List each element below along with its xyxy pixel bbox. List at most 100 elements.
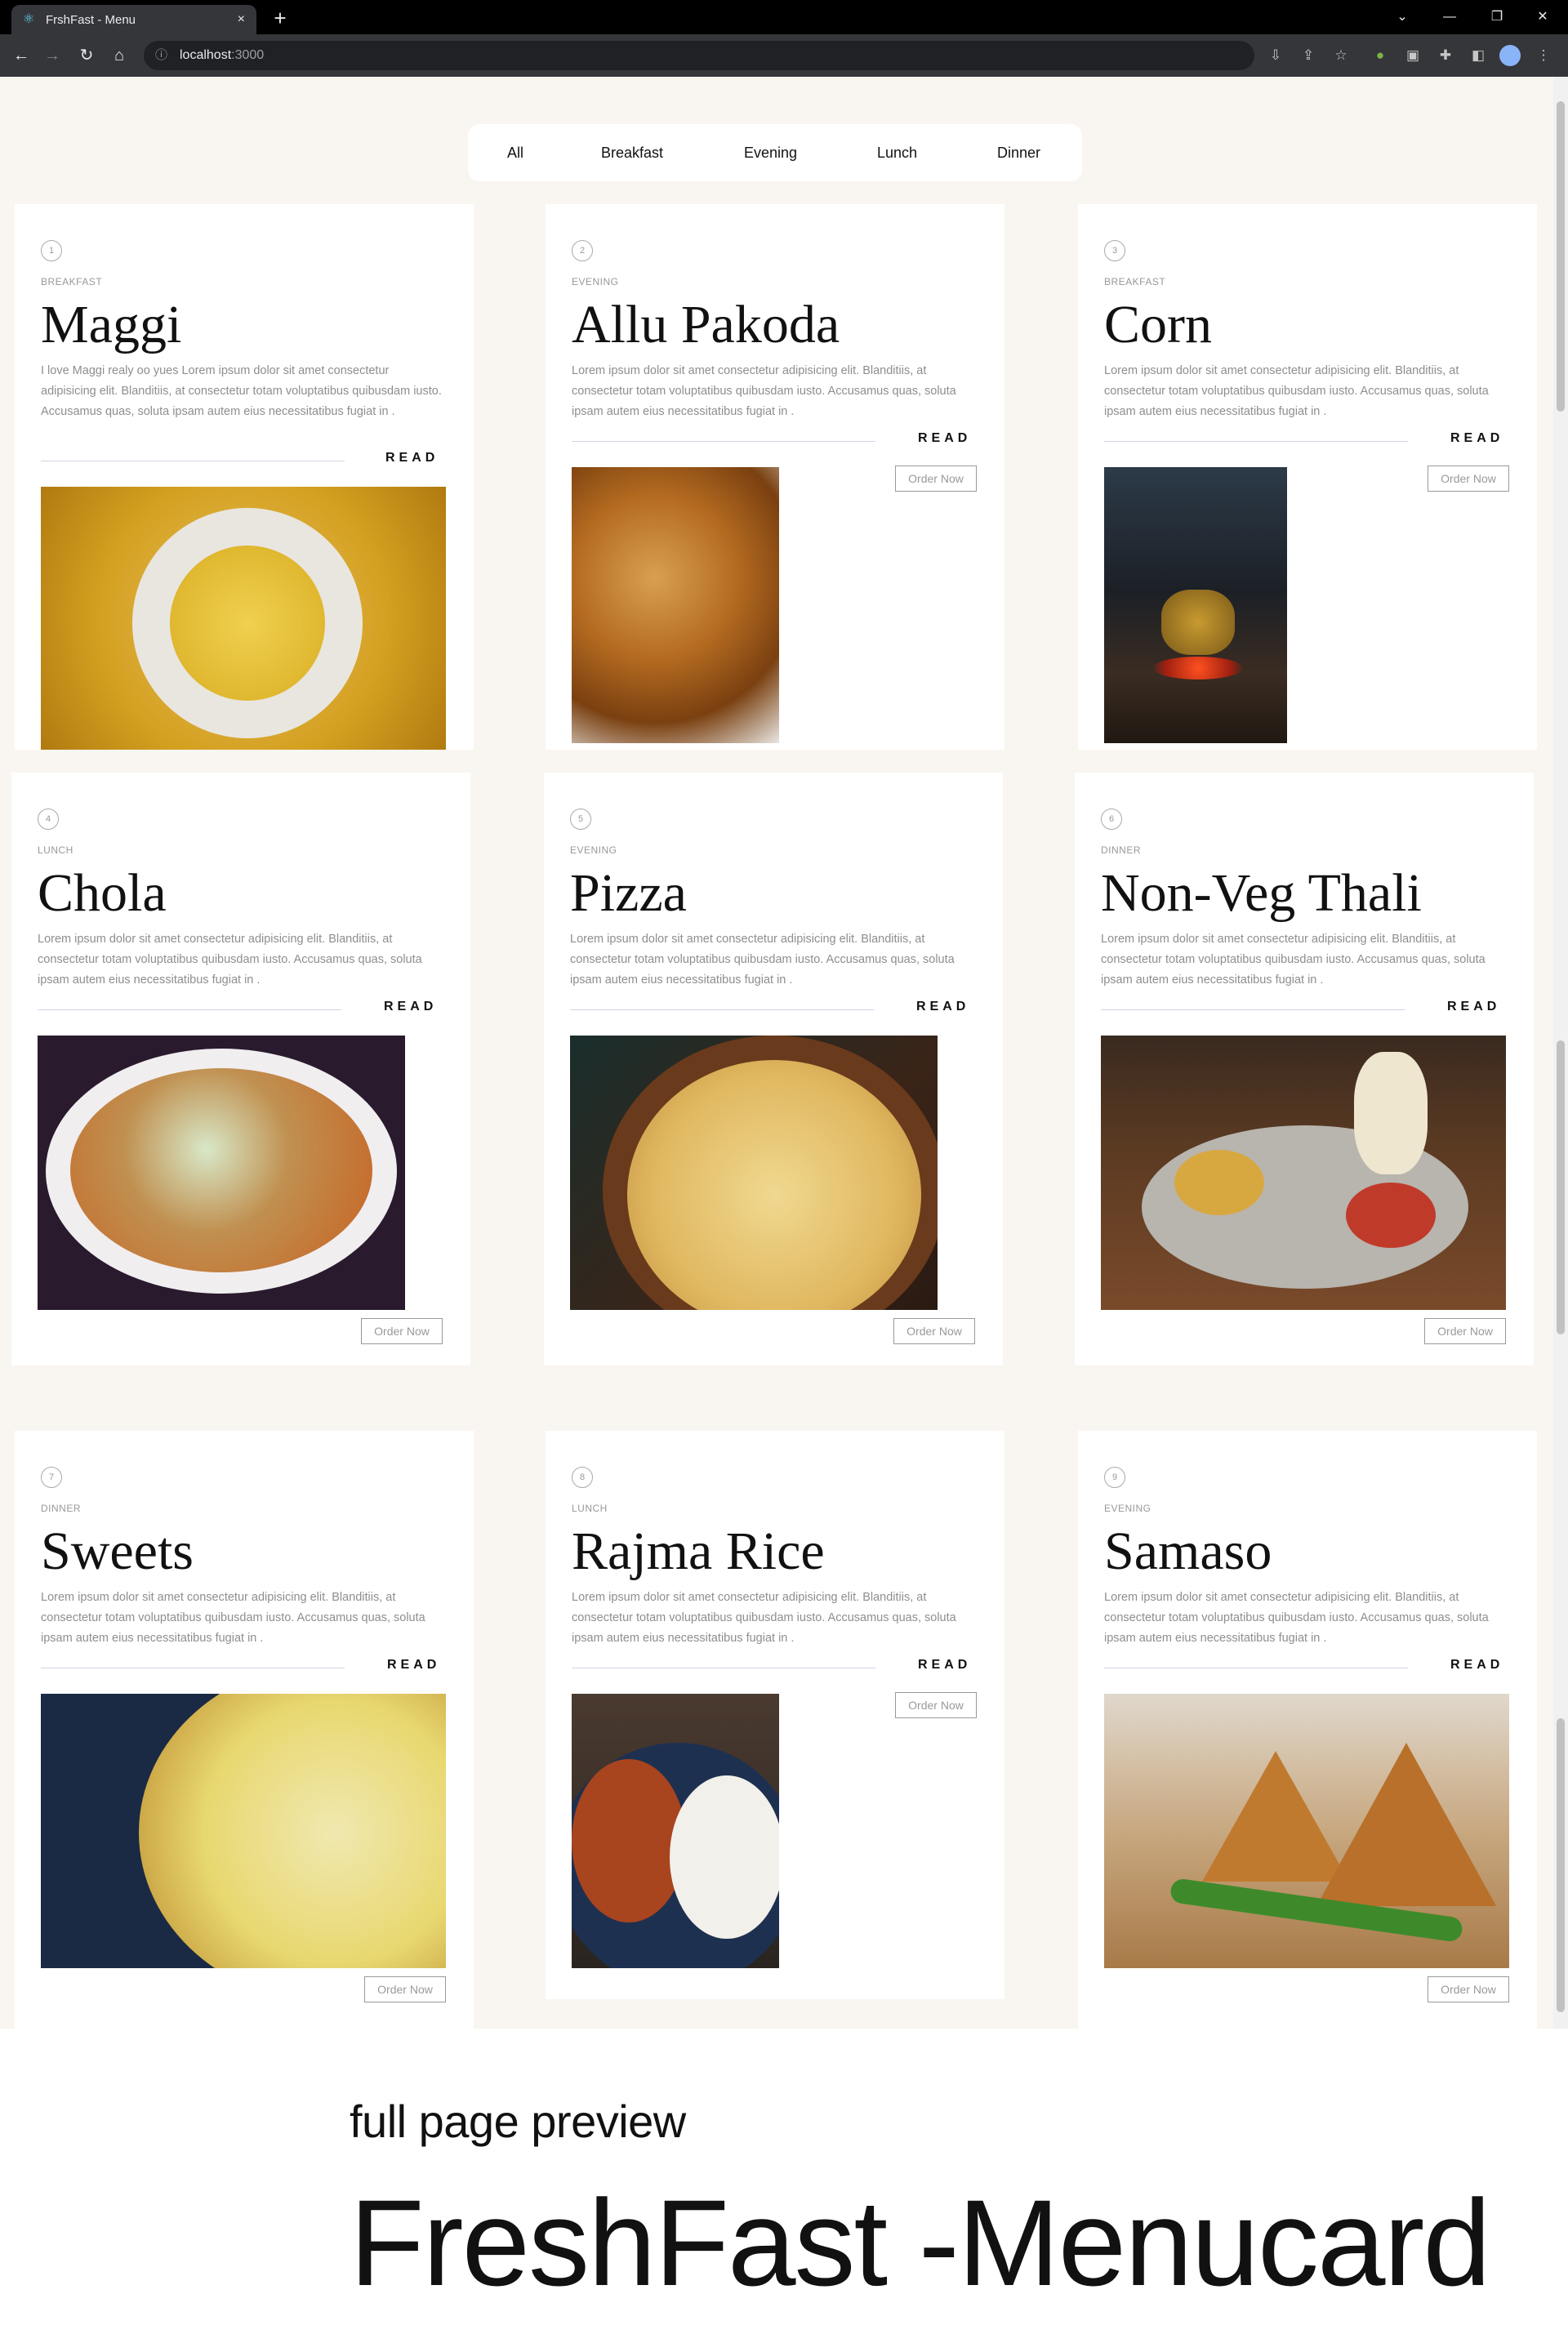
- item-category: BREAKFAST: [1104, 276, 1166, 287]
- item-title: Non-Veg Thali: [1101, 863, 1422, 923]
- corn: [1161, 590, 1235, 655]
- install-app-icon[interactable]: ⇩: [1264, 44, 1287, 67]
- food-photo-samaso: [1104, 1694, 1509, 1968]
- order-now-button[interactable]: Order Now: [1428, 466, 1509, 492]
- item-description: Lorem ipsum dolor sit amet consectetur a…: [41, 1591, 425, 1645]
- item-description: Lorem ipsum dolor sit amet consectetur a…: [1104, 1591, 1489, 1645]
- menu-kebab-icon[interactable]: ⋮: [1532, 44, 1555, 67]
- order-now-button[interactable]: Order Now: [893, 1318, 975, 1344]
- papad: [1354, 1052, 1428, 1174]
- item-number: 7: [41, 1467, 62, 1488]
- item-title: Chola: [38, 863, 167, 923]
- dal: [1174, 1150, 1264, 1215]
- noodles: [170, 546, 325, 701]
- samosa: [1316, 1743, 1496, 1906]
- item-number: 1: [41, 240, 62, 261]
- item-title: Maggi: [41, 295, 182, 354]
- sweets-platter: [139, 1694, 446, 1968]
- food-photo-rajma-rice: [572, 1694, 779, 1968]
- food-photo-pizza: [570, 1036, 938, 1310]
- food-photo-corn: [1104, 467, 1287, 743]
- item-number: 3: [1104, 240, 1125, 261]
- tab-search-icon[interactable]: ⌄: [1383, 3, 1421, 31]
- read-link[interactable]: READ: [387, 1658, 440, 1673]
- order-now-button[interactable]: Order Now: [1428, 1976, 1509, 2002]
- read-link[interactable]: READ: [918, 1658, 971, 1673]
- restore-button[interactable]: ❐: [1478, 3, 1516, 31]
- home-icon[interactable]: ⌂: [106, 42, 132, 69]
- item-description: I love Maggi realy oo yues Lorem ipsum d…: [41, 364, 442, 418]
- divider: [38, 1009, 341, 1010]
- menu-card: 6 DINNER Non-Veg Thali Lorem ipsum dolor…: [1075, 773, 1534, 1365]
- chicken: [1346, 1183, 1436, 1248]
- filter-all[interactable]: All: [507, 124, 523, 181]
- order-now-button[interactable]: Order Now: [895, 466, 977, 492]
- read-link[interactable]: READ: [1450, 431, 1503, 446]
- order-now-button[interactable]: Order Now: [1424, 1318, 1506, 1344]
- item-title: Samaso: [1104, 1521, 1272, 1581]
- food-photo-non-veg-thali: [1101, 1036, 1506, 1310]
- browser-tab[interactable]: ⚛ FrshFast - Menu ×: [11, 5, 256, 34]
- item-description: Lorem ipsum dolor sit amet consectetur a…: [1104, 364, 1489, 418]
- extensions-puzzle-icon[interactable]: ✚: [1434, 44, 1457, 67]
- divider: [1101, 1009, 1405, 1010]
- embers: [1153, 657, 1243, 679]
- food-photo-sweets: [41, 1694, 446, 1968]
- filter-lunch[interactable]: Lunch: [877, 124, 917, 181]
- side-panel-icon[interactable]: ◧: [1467, 44, 1490, 67]
- read-link[interactable]: READ: [1447, 1000, 1500, 1014]
- browser-chrome: ⚛ FrshFast - Menu × + ⌄ — ❐ ✕ ← → ↻ ⌂ ⓘ …: [0, 0, 1568, 77]
- share-icon[interactable]: ⇪: [1297, 44, 1320, 67]
- menu-card: 4 LUNCH Chola Lorem ipsum dolor sit amet…: [11, 773, 470, 1365]
- order-now-button[interactable]: Order Now: [895, 1692, 977, 1718]
- order-now-button[interactable]: Order Now: [361, 1318, 443, 1344]
- item-category: DINNER: [1101, 844, 1142, 856]
- filter-breakfast[interactable]: Breakfast: [601, 124, 663, 181]
- read-link[interactable]: READ: [385, 451, 439, 466]
- address-bar[interactable]: ⓘ localhost:3000: [144, 41, 1254, 70]
- new-tab-button[interactable]: +: [266, 5, 294, 33]
- item-category: BREAKFAST: [41, 276, 103, 287]
- item-description: Lorem ipsum dolor sit amet consectetur a…: [572, 364, 956, 418]
- item-category: EVENING: [1104, 1503, 1152, 1514]
- scrollbar[interactable]: [1553, 77, 1568, 2029]
- menu-card: 7 DINNER Sweets Lorem ipsum dolor sit am…: [15, 1431, 474, 2029]
- filter-bar: All Breakfast Evening Lunch Dinner: [468, 124, 1082, 181]
- profile-avatar-icon[interactable]: [1499, 45, 1521, 66]
- forward-icon[interactable]: →: [39, 42, 65, 69]
- extension-window-icon[interactable]: ▣: [1401, 44, 1424, 67]
- bookmark-star-icon[interactable]: ☆: [1330, 44, 1352, 67]
- minimize-button[interactable]: —: [1431, 3, 1468, 31]
- tab-close-icon[interactable]: ×: [238, 12, 245, 27]
- item-title: Rajma Rice: [572, 1521, 825, 1581]
- chola-curry: [70, 1068, 372, 1272]
- menu-card: 5 EVENING Pizza Lorem ipsum dolor sit am…: [544, 773, 1003, 1365]
- tab-title: FrshFast - Menu: [46, 12, 136, 27]
- scrollbar-thumb[interactable]: [1557, 1040, 1565, 1334]
- menu-card: 9 EVENING Samaso Lorem ipsum dolor sit a…: [1078, 1431, 1537, 2029]
- back-icon[interactable]: ←: [8, 42, 34, 69]
- tab-strip: ⚛ FrshFast - Menu × + ⌄ — ❐ ✕: [0, 0, 1568, 34]
- order-now-button[interactable]: Order Now: [364, 1976, 446, 2002]
- caption-subtitle: full page preview: [350, 2096, 686, 2147]
- read-link[interactable]: READ: [384, 1000, 437, 1014]
- filter-dinner[interactable]: Dinner: [997, 124, 1040, 181]
- scrollbar-thumb[interactable]: [1557, 101, 1565, 412]
- filter-evening[interactable]: Evening: [744, 124, 797, 181]
- read-link[interactable]: READ: [916, 1000, 969, 1014]
- scrollbar-thumb[interactable]: [1557, 1718, 1565, 2012]
- item-description: Lorem ipsum dolor sit amet consectetur a…: [570, 933, 955, 987]
- item-title: Corn: [1104, 295, 1212, 354]
- reload-icon[interactable]: ↻: [74, 42, 100, 69]
- divider: [572, 441, 875, 442]
- site-info-icon[interactable]: ⓘ: [155, 41, 167, 70]
- extension-green-icon[interactable]: ●: [1369, 44, 1392, 67]
- react-favicon-icon: ⚛: [23, 12, 35, 26]
- item-number: 4: [38, 808, 59, 830]
- read-link[interactable]: READ: [1450, 1658, 1503, 1673]
- item-category: DINNER: [41, 1503, 82, 1514]
- read-link[interactable]: READ: [918, 431, 971, 446]
- item-number: 2: [572, 240, 593, 261]
- close-window-button[interactable]: ✕: [1524, 3, 1561, 31]
- url-host: localhost: [180, 48, 232, 62]
